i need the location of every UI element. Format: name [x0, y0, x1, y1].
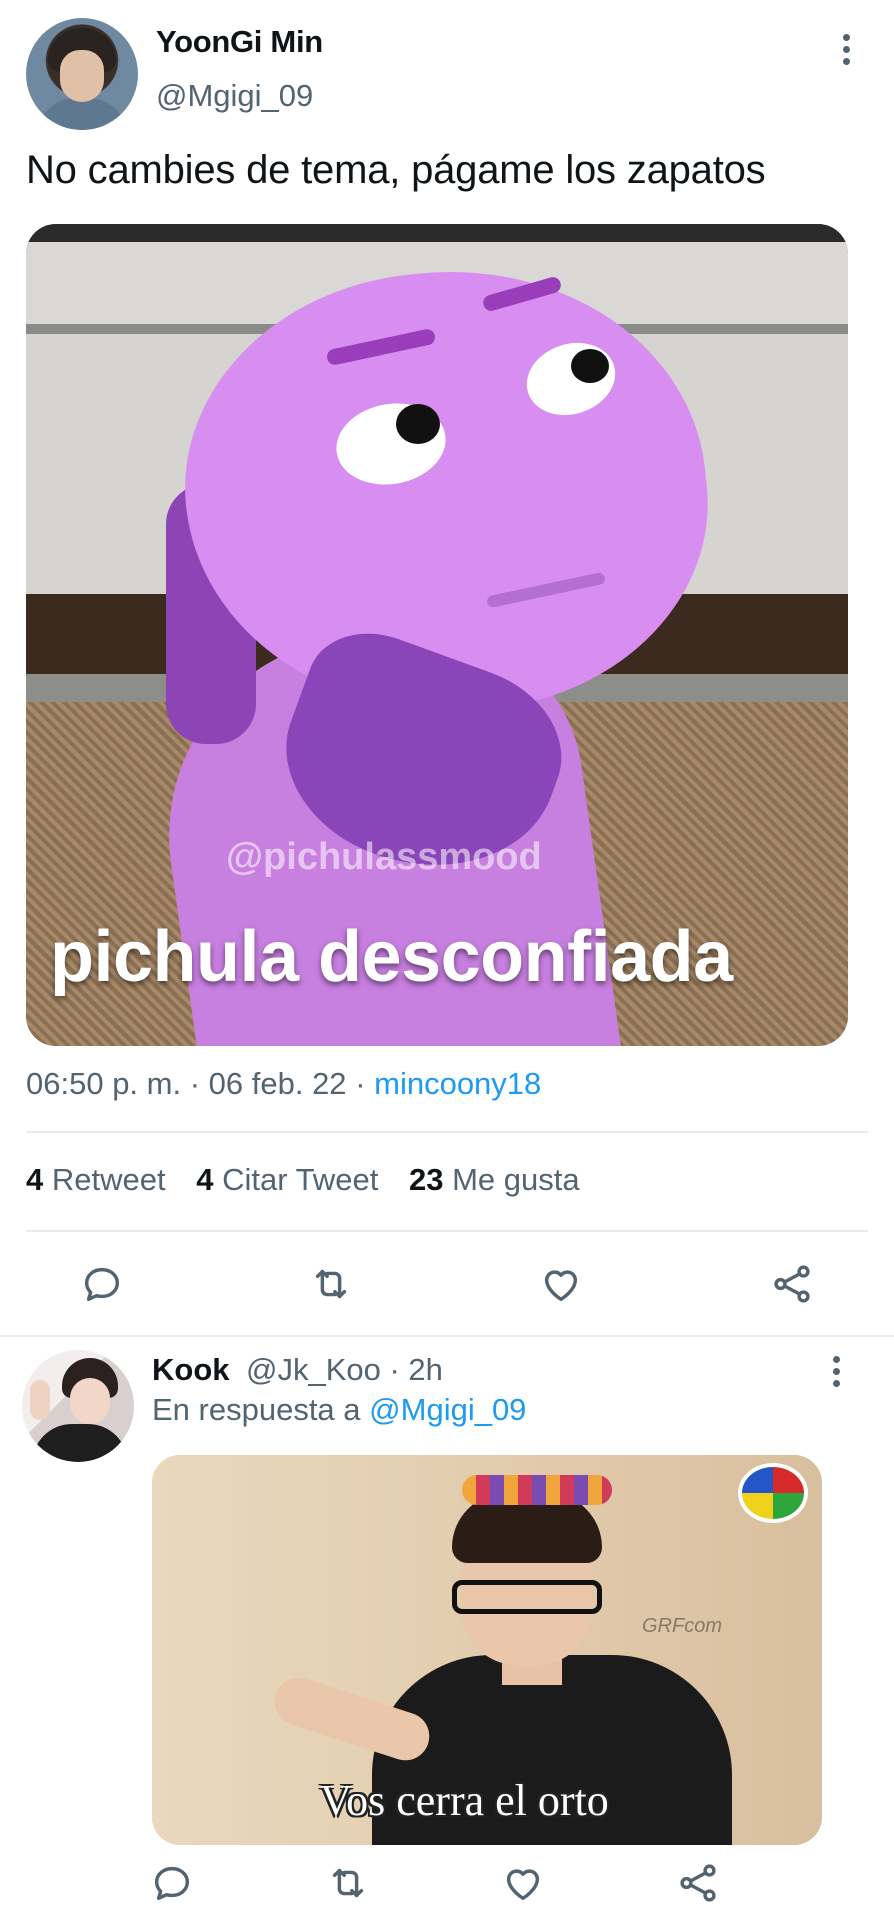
tweet-text: No cambies de tema, págame los zapatos	[26, 148, 766, 192]
meta-separator: ·	[355, 1066, 375, 1101]
divider	[26, 1230, 868, 1232]
media-channel-logo	[738, 1463, 808, 1523]
retweet-button[interactable]	[320, 1855, 376, 1911]
media-caption: pichula desconfiada	[50, 917, 733, 997]
reply-to-prefix: En respuesta a	[152, 1392, 361, 1427]
retweets-stat[interactable]: 4 Retweet	[26, 1162, 166, 1197]
media-watermark: @pichulassmood	[226, 836, 542, 878]
share-icon	[774, 1265, 810, 1303]
media-character-pupil	[571, 349, 609, 383]
section-divider	[0, 1335, 894, 1337]
retweet-button[interactable]	[303, 1256, 359, 1312]
reply-button[interactable]	[74, 1256, 130, 1312]
heart-icon	[506, 1869, 540, 1901]
quotes-label: Citar Tweet	[222, 1162, 379, 1197]
share-button[interactable]	[764, 1256, 820, 1312]
share-button[interactable]	[670, 1855, 726, 1911]
tweet-stats: 4 Retweet 4 Citar Tweet 23 Me gusta	[26, 1162, 602, 1198]
avatar[interactable]	[26, 18, 138, 130]
tweet-media-image[interactable]: @pichulassmood pichula desconfiada	[26, 224, 848, 1046]
reply-context: En respuesta a @Mgigi_09	[152, 1392, 526, 1428]
reply-display-name[interactable]: Kook	[152, 1352, 230, 1388]
reply-icon	[154, 1866, 190, 1901]
share-icon	[680, 1864, 716, 1902]
retweets-count: 4	[26, 1162, 44, 1197]
tweet-timestamp-line: 06:50 p. m. · 06 feb. 22 · mincoony18	[26, 1066, 541, 1102]
retweets-label: Retweet	[51, 1162, 166, 1197]
media-glasses	[452, 1580, 602, 1614]
avatar-body	[36, 98, 128, 130]
divider	[26, 1131, 868, 1133]
reply-mention-link[interactable]: @Mgigi_09	[369, 1392, 526, 1427]
likes-label: Me gusta	[452, 1162, 580, 1197]
avatar[interactable]	[22, 1350, 134, 1462]
reply-handle-time[interactable]: @Jk_Koo · 2h	[246, 1352, 443, 1388]
display-name[interactable]: YoonGi Min	[156, 24, 323, 60]
media-flower-crown	[462, 1475, 612, 1505]
quotes-count: 4	[196, 1162, 214, 1197]
tweet-source-link[interactable]: mincoony18	[374, 1066, 541, 1101]
more-vertical-icon[interactable]	[836, 34, 856, 74]
heart-icon	[544, 1270, 578, 1302]
avatar-hand	[30, 1380, 50, 1420]
tweet-time[interactable]: 06:50 p. m.	[26, 1066, 181, 1101]
quotes-stat[interactable]: 4 Citar Tweet	[196, 1162, 378, 1197]
like-button[interactable]	[495, 1855, 551, 1911]
reply-button[interactable]	[144, 1855, 200, 1911]
more-vertical-icon[interactable]	[826, 1356, 846, 1396]
like-button[interactable]	[533, 1256, 589, 1312]
meta-separator: ·	[189, 1066, 209, 1101]
likes-stat[interactable]: 23 Me gusta	[409, 1162, 580, 1197]
likes-count: 23	[408, 1162, 444, 1197]
media-watermark: GRFcom	[642, 1615, 722, 1637]
retweet-icon	[315, 1269, 347, 1299]
avatar-face	[60, 50, 104, 102]
reply-icon	[84, 1267, 120, 1302]
tweet-date[interactable]: 06 feb. 22	[209, 1066, 347, 1101]
reply-media-image[interactable]: GRFcom Vos cerra el orto	[152, 1455, 822, 1845]
retweet-icon	[332, 1868, 364, 1898]
media-character-pupil	[396, 404, 440, 444]
avatar-face	[70, 1378, 110, 1424]
avatar-body	[32, 1424, 128, 1462]
media-caption: Vos cerra el orto	[320, 1776, 609, 1825]
user-handle[interactable]: @Mgigi_09	[156, 78, 313, 114]
